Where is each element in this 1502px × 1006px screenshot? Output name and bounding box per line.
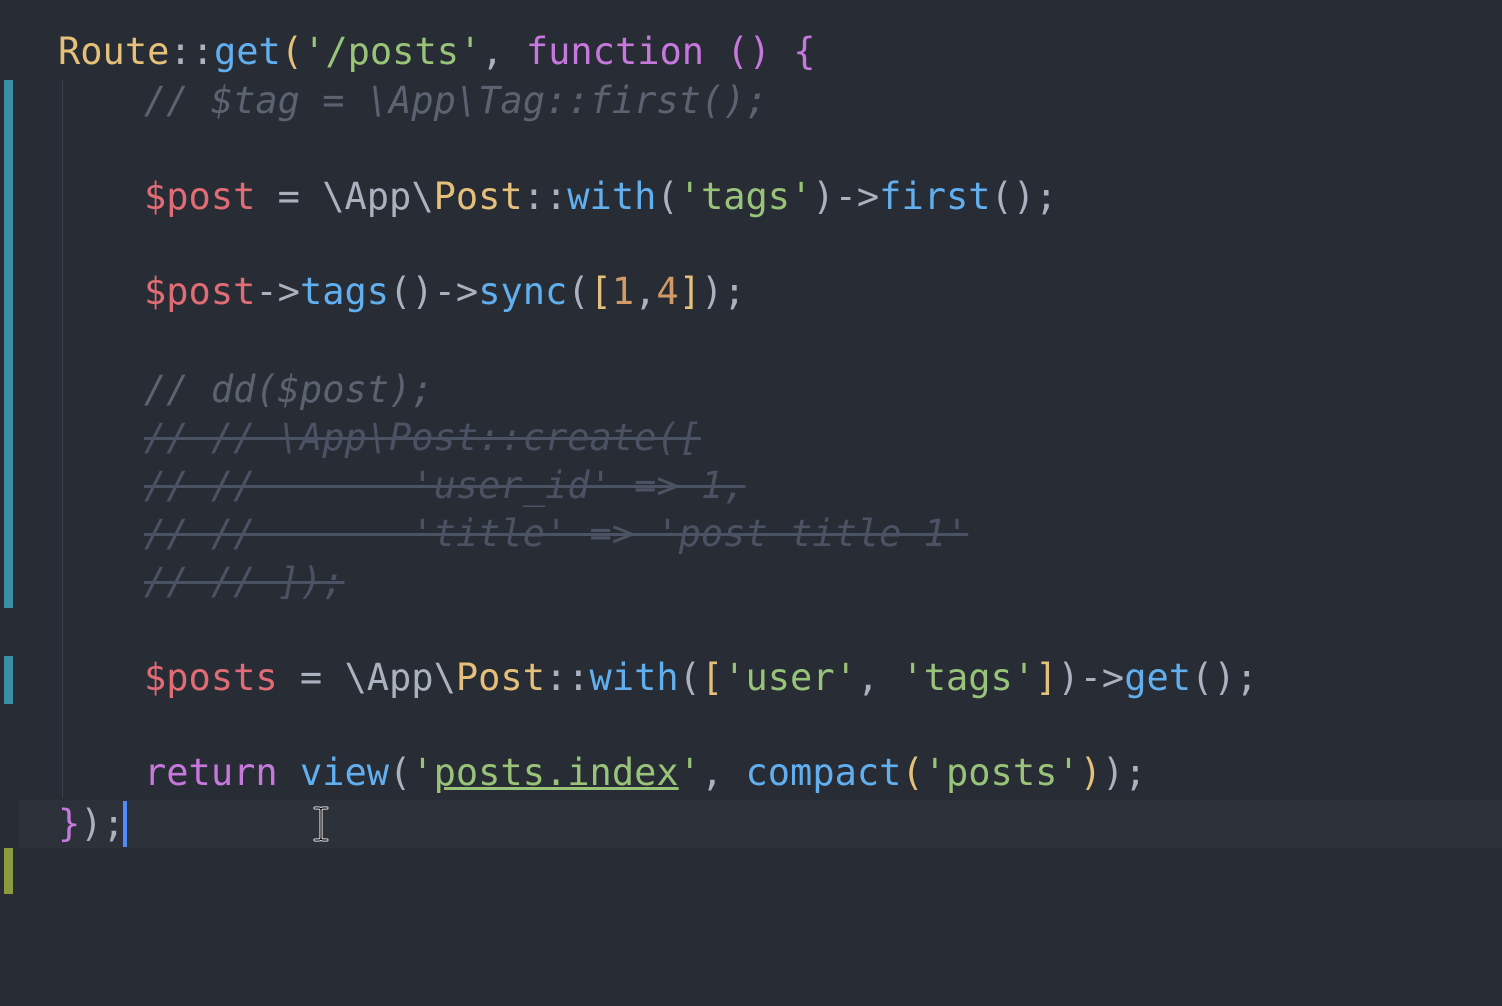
current-line-highlight [18, 800, 1502, 848]
token-function: with [567, 175, 657, 218]
token-operator: = \App\ [277, 656, 456, 699]
token-keyword: return [144, 751, 278, 794]
token-operator: = \App\ [255, 175, 434, 218]
token-operator: -> [1079, 656, 1125, 699]
token-function: first [879, 175, 991, 218]
token-operator: -> [433, 270, 479, 313]
token-punctuation: ); [80, 802, 125, 845]
token-function: with [589, 656, 679, 699]
token-string: ' [678, 751, 701, 794]
token-variable: $post [144, 270, 256, 313]
token-bracket: ] [1035, 656, 1058, 699]
token-bracket: ( [389, 751, 412, 794]
token-operator: -> [834, 175, 880, 218]
token-function: get [1124, 656, 1192, 699]
ibeam-cursor-icon [313, 806, 329, 842]
token-string: 'tags' [901, 656, 1036, 699]
token-operator: -> [255, 270, 300, 313]
token-bracket: [ [589, 270, 612, 313]
token-function: get [213, 30, 281, 73]
token-punctuation: , [856, 656, 902, 699]
token-bracket: ] [678, 270, 701, 313]
token-class: Post [455, 656, 545, 699]
view-path-link[interactable]: posts.index [434, 751, 679, 794]
code-line-1[interactable]: Route::get('/posts', function () { [58, 28, 815, 76]
token-number: 4 [656, 270, 679, 313]
token-bracket: ( [567, 270, 590, 313]
token-string: '/posts' [303, 30, 482, 73]
text-caret [123, 801, 127, 847]
token-string: 'tags' [678, 175, 813, 218]
code-line-3[interactable]: $post = \App\Post::with('tags')->first()… [144, 173, 1057, 221]
git-modified-indicator [4, 656, 13, 704]
token-string: 'posts' [923, 751, 1080, 794]
token-bracket: ) [1079, 751, 1102, 794]
token-bracket: ) [812, 175, 835, 218]
token-bracket: ( [280, 30, 304, 73]
token-bracket: } [58, 802, 81, 845]
code-line-4[interactable]: $post->tags()->sync([1,4]); [144, 268, 746, 316]
token-punctuation: ); [1101, 751, 1147, 794]
token-bracket: ) [1057, 656, 1080, 699]
token-class: Route [58, 30, 170, 73]
token-punctuation: (); [990, 175, 1058, 218]
git-added-indicator [4, 848, 13, 894]
code-line-5[interactable]: // dd($post); [144, 366, 434, 414]
token-function: view [299, 751, 390, 794]
token-bracket: ( [678, 656, 701, 699]
token-function: sync [478, 270, 568, 313]
token-number: 1 [611, 270, 635, 313]
token-function: compact [745, 751, 902, 794]
token-bracket: () [389, 270, 434, 313]
token-keyword: function [525, 30, 705, 73]
token-punctuation: , [481, 30, 526, 73]
token-variable: $posts [144, 656, 278, 699]
token-bracket: [ [700, 656, 724, 699]
token-operator: :: [544, 656, 590, 699]
token-punctuation: (); [1191, 656, 1258, 699]
token-operator: :: [522, 175, 568, 218]
indent-guide [62, 80, 63, 798]
code-line-10[interactable]: $posts = \App\Post::with(['user', 'tags'… [144, 654, 1258, 702]
token-bracket: { [793, 30, 816, 73]
token-string: 'user' [723, 656, 857, 699]
token-function: tags [299, 270, 390, 313]
code-editor[interactable]: Route::get('/posts', function () { // $t… [0, 0, 1502, 1006]
token-bracket: ( [656, 175, 679, 218]
token-bracket: ( [901, 751, 924, 794]
code-line-9[interactable]: // // ]); [144, 558, 344, 606]
code-line-11[interactable]: return view('posts.index', compact('post… [144, 749, 1147, 797]
token-punctuation: , [634, 270, 657, 313]
token-variable: $post [144, 175, 256, 218]
token-string: ' [411, 751, 434, 794]
code-line-6[interactable]: // // \App\Post::create([ [144, 414, 701, 462]
token-punctuation: , [700, 751, 746, 794]
code-line-2[interactable]: // $tag = \App\Tag::first(); [144, 77, 768, 125]
token-punctuation: ); [700, 270, 746, 313]
token-class: Post [433, 175, 523, 218]
token-operator: :: [169, 30, 214, 73]
code-line-7[interactable]: // // 'user_id' => 1, [144, 462, 745, 510]
code-line-12[interactable]: }); [58, 800, 125, 848]
git-modified-indicator [4, 80, 13, 608]
code-line-8[interactable]: // // 'title' => 'post title 1' [144, 510, 968, 558]
token-bracket: () [726, 30, 771, 73]
